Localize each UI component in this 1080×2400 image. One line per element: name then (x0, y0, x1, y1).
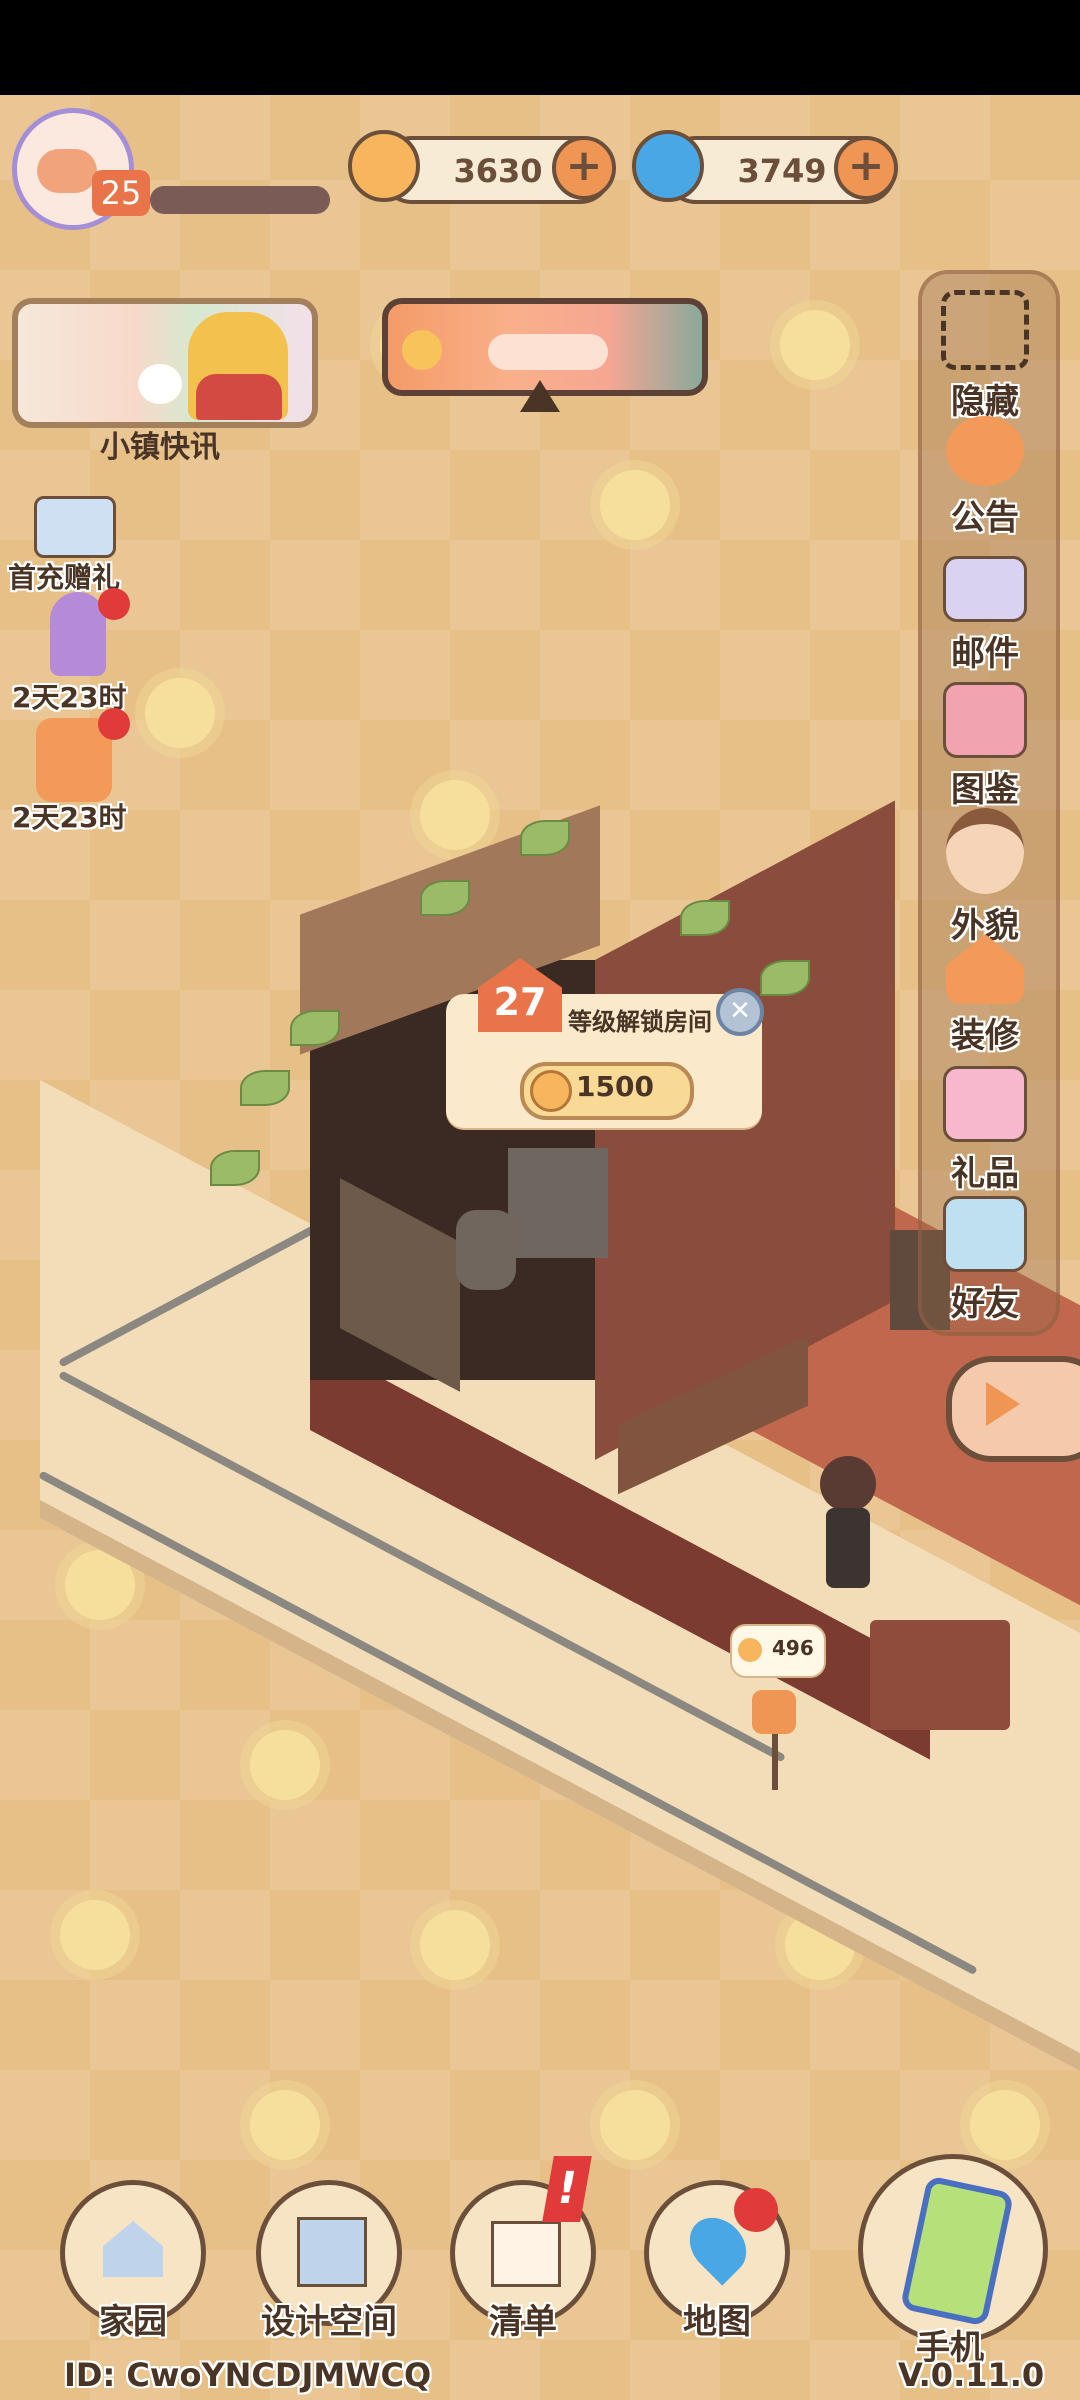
coin-icon (738, 1638, 762, 1662)
menu-friends[interactable]: 好友 (920, 1196, 1050, 1325)
nav-design-label[interactable]: 设计空间 (236, 2294, 422, 2343)
play-button[interactable] (946, 1356, 1080, 1462)
menu-label: 公告 (951, 498, 1019, 538)
checklist-icon (491, 2221, 561, 2287)
experience-bar (150, 186, 330, 214)
close-icon[interactable]: ✕ (716, 988, 764, 1036)
vine-leaf (520, 820, 570, 856)
phone-icon (899, 2175, 1015, 2327)
deck-stairs (870, 1620, 1010, 1730)
megaphone-icon (946, 416, 1024, 486)
deer-plush-icon (138, 364, 182, 404)
cloud-icon (488, 334, 608, 370)
house-wrench-icon (946, 934, 1024, 1004)
nav-phone[interactable] (858, 2154, 1048, 2344)
sink-cabinet (508, 1148, 608, 1258)
gift-box-icon[interactable] (34, 496, 116, 558)
town-news-banner[interactable] (12, 298, 318, 428)
avatar-face-icon (946, 808, 1024, 894)
player-level-badge: 25 (92, 170, 150, 216)
time-marker-icon (520, 380, 560, 412)
player-id: ID: CwoYNCDJMWCQ (64, 2356, 432, 2394)
menu-label: 图鉴 (951, 770, 1019, 810)
player-character-body[interactable] (826, 1508, 870, 1588)
envelope-icon (943, 556, 1027, 622)
sun-icon (402, 330, 442, 370)
nav-map-label[interactable]: 地图 (644, 2294, 790, 2343)
menu-label: 礼品 (951, 1154, 1019, 1194)
vine-leaf (760, 960, 810, 996)
player-character-head[interactable] (820, 1456, 876, 1512)
town-news-label: 小镇快讯 (100, 430, 220, 465)
hide-frame-icon (941, 290, 1029, 370)
mailbox-icon[interactable] (752, 1690, 796, 1734)
vine-leaf (680, 900, 730, 936)
menu-mail[interactable]: 邮件 (920, 556, 1050, 675)
coin-icon (530, 1070, 572, 1112)
toilet (456, 1210, 516, 1290)
album-book-icon (943, 682, 1027, 758)
vine-leaf (210, 1150, 260, 1186)
home-icon (103, 2221, 163, 2277)
swirl-gem-icon (632, 130, 704, 202)
notification-dot (734, 2188, 778, 2232)
sun-decoration-icon (250, 2090, 320, 2160)
gift-icon (943, 1066, 1027, 1142)
news-character-dress (196, 374, 282, 420)
sun-decoration-icon (420, 1910, 490, 1980)
add-coin-button[interactable]: + (552, 136, 616, 200)
notification-dot (98, 588, 130, 620)
gem-value: 3749 (737, 152, 827, 190)
design-ruler-icon (297, 2217, 367, 2287)
sun-decoration-icon (780, 310, 850, 380)
sun-decoration-icon (970, 2090, 1040, 2160)
menu-label: 邮件 (951, 634, 1019, 674)
sun-decoration-icon (60, 1900, 130, 1970)
nav-checklist-label[interactable]: 清单 (450, 2294, 596, 2343)
menu-appearance[interactable]: 外貌 (920, 808, 1050, 947)
vine-leaf (290, 1010, 340, 1046)
mailbox-post (772, 1734, 778, 1790)
menu-gifts[interactable]: 礼品 (920, 1066, 1050, 1195)
unlock-requirement-text: 等级解锁房间 (568, 1008, 712, 1036)
menu-hide[interactable]: 隐藏 (920, 290, 1050, 423)
coin-icon (348, 130, 420, 202)
snail-icon (37, 149, 97, 193)
exclamation-alert-icon: ! (542, 2156, 592, 2222)
first-recharge-label[interactable]: 首充赠礼 (8, 556, 120, 596)
menu-announcement[interactable]: 公告 (920, 416, 1050, 539)
sun-decoration-icon (600, 470, 670, 540)
menu-label: 装修 (951, 1016, 1019, 1056)
sun-decoration-icon (600, 2090, 670, 2160)
menu-collection[interactable]: 图鉴 (920, 682, 1050, 811)
sun-decoration-icon (420, 780, 490, 850)
game-version: V.0.11.0 (898, 2356, 1045, 2394)
status-bar (0, 0, 1080, 95)
notification-dot (98, 708, 130, 740)
coin-value: 3630 (453, 152, 543, 190)
sun-decoration-icon (250, 1730, 320, 1800)
add-gem-button[interactable]: + (834, 136, 898, 200)
mailbox-coin-count: 496 (772, 1636, 814, 1660)
event-timer-2: 2天23时 (12, 801, 127, 834)
friend-card-icon (943, 1196, 1027, 1272)
unlock-cost: 1500 (576, 1070, 654, 1103)
menu-decorate[interactable]: 装修 (920, 934, 1050, 1057)
vine-leaf (420, 880, 470, 916)
vine-leaf (240, 1070, 290, 1106)
nav-home-label[interactable]: 家园 (60, 2294, 206, 2343)
play-arrow-icon (986, 1382, 1020, 1426)
sun-decoration-icon (145, 678, 215, 748)
game-screen: 25 3630 + 3749 + 小镇快讯 首充赠礼 2天23时 2天23时 4… (0, 0, 1080, 2400)
menu-label: 好友 (951, 1284, 1019, 1324)
